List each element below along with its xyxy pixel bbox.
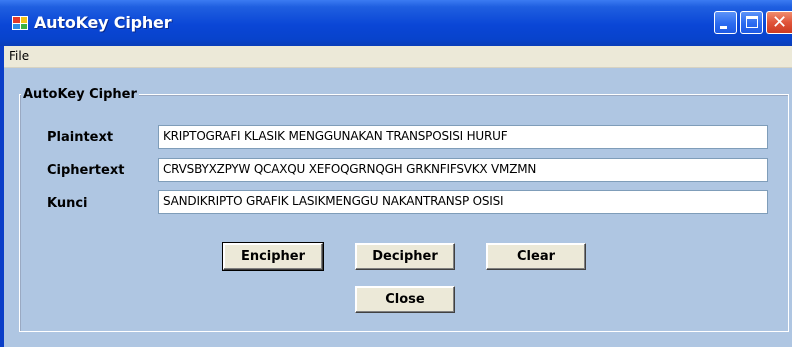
- app-icon[interactable]: [12, 16, 28, 30]
- key-input[interactable]: SANDIKRIPTO GRAFIK LASIKMENGGU NAKANTRAN…: [158, 190, 768, 214]
- clear-button[interactable]: Clear: [486, 243, 586, 270]
- encipher-button[interactable]: Encipher: [222, 242, 324, 271]
- ciphertext-label: Ciphertext: [47, 163, 125, 178]
- minimize-button[interactable]: [714, 11, 737, 34]
- title-bar[interactable]: AutoKey Cipher ✕: [0, 0, 792, 46]
- ciphertext-input[interactable]: CRVSBYXZPYW QCAXQU XEFOQGRNQGH GRKNFIFSV…: [158, 158, 768, 182]
- decipher-button[interactable]: Decipher: [355, 243, 455, 270]
- plaintext-input[interactable]: KRIPTOGRAFI KLASIK MENGGUNAKAN TRANSPOSI…: [158, 125, 768, 149]
- menu-file[interactable]: File: [9, 49, 29, 63]
- window-title: AutoKey Cipher: [34, 13, 172, 32]
- groupbox-legend: AutoKey Cipher: [21, 87, 139, 102]
- app-window: AutoKey Cipher ✕ File AutoKey Cipher Pla…: [0, 0, 792, 347]
- close-button[interactable]: Close: [355, 286, 455, 313]
- close-icon: ✕: [772, 12, 788, 33]
- maximize-button[interactable]: [740, 11, 763, 34]
- plaintext-label: Plaintext: [47, 130, 114, 145]
- maximize-icon: [746, 16, 758, 28]
- close-window-button[interactable]: ✕: [766, 11, 792, 34]
- minimize-icon: [720, 26, 727, 29]
- menu-bar: File: [4, 46, 792, 68]
- key-label: Kunci: [47, 196, 88, 211]
- client-area: File AutoKey Cipher Plaintext KRIPTOGRAF…: [4, 46, 792, 347]
